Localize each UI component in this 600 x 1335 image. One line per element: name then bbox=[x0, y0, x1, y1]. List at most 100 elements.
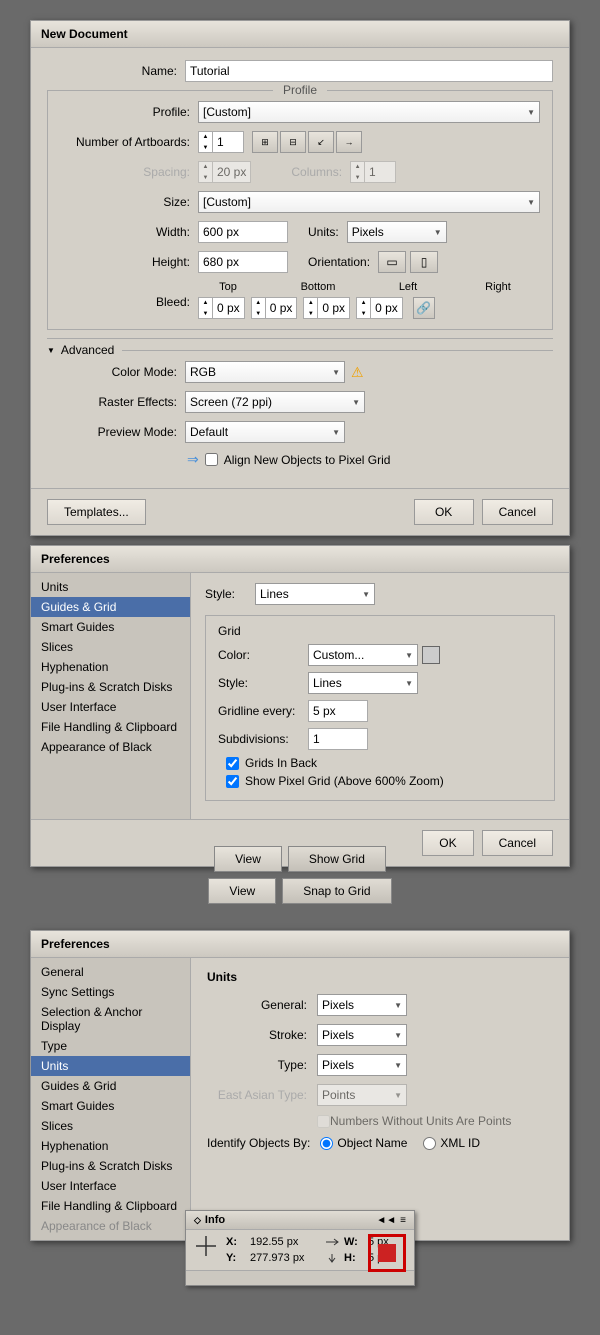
xml-id-radio[interactable] bbox=[423, 1137, 436, 1150]
width-label: Width: bbox=[60, 225, 190, 239]
sidebar-item-plugins[interactable]: Plug-ins & Scratch Disks bbox=[31, 677, 190, 697]
object-name-radio-label[interactable]: Object Name bbox=[320, 1136, 407, 1150]
artboards-spinner[interactable]: ▲ ▼ 1 bbox=[198, 131, 244, 153]
ok-button[interactable]: OK bbox=[414, 499, 474, 525]
general-units-select[interactable]: Pixels ▼ bbox=[317, 994, 407, 1016]
profile-select[interactable]: [Custom] ▼ bbox=[198, 101, 540, 123]
artboard-icon-1[interactable]: ⊞ bbox=[252, 131, 278, 153]
sidebar-b-ui[interactable]: User Interface bbox=[31, 1176, 190, 1196]
bleed-right-spinner[interactable]: ▲▼ 0 px bbox=[356, 297, 403, 319]
sidebar-b-selection[interactable]: Selection & Anchor Display bbox=[31, 1002, 190, 1036]
sidebar-b-file-handling[interactable]: File Handling & Clipboard bbox=[31, 1196, 190, 1216]
view-button-2[interactable]: View bbox=[208, 878, 276, 904]
color-mode-select[interactable]: RGB ▼ bbox=[185, 361, 345, 383]
sidebar-b-smart-guides[interactable]: Smart Guides bbox=[31, 1096, 190, 1116]
show-pixel-grid-checkbox[interactable] bbox=[226, 775, 239, 788]
gridline-input[interactable] bbox=[308, 700, 368, 722]
units-select[interactable]: Pixels ▼ bbox=[347, 221, 447, 243]
snap-to-grid-button[interactable]: Snap to Grid bbox=[282, 878, 391, 904]
bleed-link-btn[interactable]: 🔗 bbox=[413, 297, 435, 319]
sidebar-item-smart-guides[interactable]: Smart Guides bbox=[31, 617, 190, 637]
bleed-top-spinner[interactable]: ▲▼ 0 px bbox=[198, 297, 245, 319]
sidebar-item-hyphenation[interactable]: Hyphenation bbox=[31, 657, 190, 677]
preferences-units-dialog: Preferences General Sync Settings Select… bbox=[30, 930, 570, 1241]
sidebar-b-type[interactable]: Type bbox=[31, 1036, 190, 1056]
bleed-bottom-label: Bottom bbox=[288, 281, 348, 293]
raster-select[interactable]: Screen (72 ppi) ▼ bbox=[185, 391, 365, 413]
view-buttons-section: View Show Grid View Snap to Grid bbox=[0, 846, 600, 904]
show-grid-button[interactable]: Show Grid bbox=[288, 846, 386, 872]
info-expand-icon[interactable]: ◄◄ bbox=[376, 1215, 396, 1226]
artboard-icon-4[interactable]: → bbox=[336, 131, 362, 153]
profile-label: Profile: bbox=[60, 105, 190, 119]
xml-id-radio-label[interactable]: XML ID bbox=[423, 1136, 480, 1150]
grid-color-arrow: ▼ bbox=[405, 651, 413, 660]
raster-arrow: ▼ bbox=[352, 398, 360, 407]
guides-style-select[interactable]: Lines ▼ bbox=[255, 583, 375, 605]
portrait-btn[interactable]: ▭ bbox=[378, 251, 406, 273]
grids-in-back-checkbox[interactable] bbox=[226, 757, 239, 770]
landscape-btn[interactable]: ▯ bbox=[410, 251, 438, 273]
bleed-bottom-spinner[interactable]: ▲▼ 0 px bbox=[251, 297, 298, 319]
stroke-units-select[interactable]: Pixels ▼ bbox=[317, 1024, 407, 1046]
cancel-button[interactable]: Cancel bbox=[482, 499, 553, 525]
align-checkbox[interactable] bbox=[205, 453, 218, 466]
bleed-left-label: Left bbox=[378, 281, 438, 293]
width-input[interactable] bbox=[198, 221, 288, 243]
spacing-value: 20 px bbox=[213, 165, 250, 179]
artboards-spinner-btns[interactable]: ▲ ▼ bbox=[199, 131, 213, 153]
preview-select[interactable]: Default ▼ bbox=[185, 421, 345, 443]
view-button-1[interactable]: View bbox=[214, 846, 282, 872]
bleed-left-spinner[interactable]: ▲▼ 0 px bbox=[303, 297, 350, 319]
artboards-down[interactable]: ▼ bbox=[199, 142, 212, 153]
advanced-toggle[interactable]: ▼ Advanced bbox=[47, 339, 553, 361]
artboard-icon-3[interactable]: ↙ bbox=[308, 131, 334, 153]
artboard-icon-2[interactable]: ⊟ bbox=[280, 131, 306, 153]
type-units-select[interactable]: Pixels ▼ bbox=[317, 1054, 407, 1076]
sidebar-b-hyphenation[interactable]: Hyphenation bbox=[31, 1136, 190, 1156]
warning-icon: ⚠ bbox=[351, 364, 364, 381]
artboards-value: 1 bbox=[213, 135, 243, 149]
name-input[interactable] bbox=[185, 60, 553, 82]
grid-color-select[interactable]: Custom... ▼ bbox=[308, 644, 418, 666]
bleed-right-label: Right bbox=[468, 281, 528, 293]
templates-button[interactable]: Templates... bbox=[47, 499, 146, 525]
info-menu-icon[interactable]: ≡ bbox=[400, 1215, 406, 1226]
y-label: Y: bbox=[226, 1252, 246, 1264]
bleed-bottom-val: 0 px bbox=[266, 301, 297, 315]
object-name-radio[interactable] bbox=[320, 1137, 333, 1150]
height-input[interactable] bbox=[198, 251, 288, 273]
x-label: X: bbox=[226, 1236, 246, 1248]
artboards-label: Number of Artboards: bbox=[60, 135, 190, 149]
columns-label: Columns: bbox=[291, 165, 342, 179]
sidebar-item-guides-grid[interactable]: Guides & Grid bbox=[31, 597, 190, 617]
sidebar-b-general[interactable]: General bbox=[31, 962, 190, 982]
guides-style-arrow: ▼ bbox=[362, 590, 370, 599]
units-label: Units: bbox=[308, 225, 339, 239]
grid-style-select[interactable]: Lines ▼ bbox=[308, 672, 418, 694]
align-label: Align New Objects to Pixel Grid bbox=[224, 453, 391, 467]
h-arrow-icon bbox=[324, 1253, 340, 1263]
grid-color-swatch[interactable] bbox=[422, 646, 440, 664]
sidebar-item-units[interactable]: Units bbox=[31, 577, 190, 597]
sidebar-item-ui[interactable]: User Interface bbox=[31, 697, 190, 717]
info-footer bbox=[186, 1271, 414, 1285]
grid-style-arrow: ▼ bbox=[405, 679, 413, 688]
sidebar-b-sync[interactable]: Sync Settings bbox=[31, 982, 190, 1002]
sidebar-item-slices[interactable]: Slices bbox=[31, 637, 190, 657]
sidebar-b-slices[interactable]: Slices bbox=[31, 1116, 190, 1136]
units-content: Units General: Pixels ▼ Stroke: Pixels ▼… bbox=[191, 958, 569, 1240]
artboards-up[interactable]: ▲ bbox=[199, 131, 212, 142]
new-document-dialog: New Document Name: Profile Profile: [Cus… bbox=[30, 20, 570, 536]
units-section-title: Units bbox=[207, 970, 553, 984]
sidebar-item-file-handling[interactable]: File Handling & Clipboard bbox=[31, 717, 190, 737]
gridline-label: Gridline every: bbox=[218, 704, 308, 718]
size-select[interactable]: [Custom] ▼ bbox=[198, 191, 540, 213]
east-asian-select: Points ▼ bbox=[317, 1084, 407, 1106]
sidebar-b-units[interactable]: Units bbox=[31, 1056, 190, 1076]
preview-label: Preview Mode: bbox=[47, 425, 177, 439]
sidebar-b-guides[interactable]: Guides & Grid bbox=[31, 1076, 190, 1096]
sidebar-item-appearance[interactable]: Appearance of Black bbox=[31, 737, 190, 757]
sidebar-b-plugins[interactable]: Plug-ins & Scratch Disks bbox=[31, 1156, 190, 1176]
subdivisions-input[interactable] bbox=[308, 728, 368, 750]
